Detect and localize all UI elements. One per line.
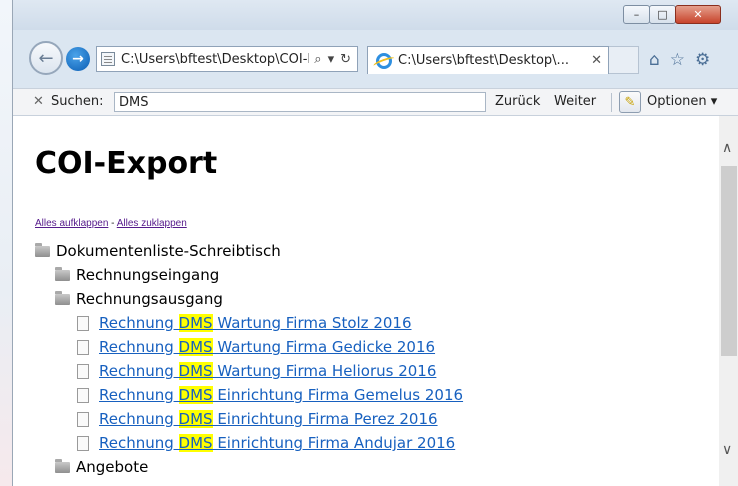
desktop-background <box>0 0 12 486</box>
document-icon <box>77 315 89 331</box>
folder-icon <box>55 458 70 473</box>
minimize-button[interactable]: – <box>623 5 650 24</box>
collapse-all-link[interactable]: Alles zuklappen <box>117 218 187 229</box>
link-text: Rechnung <box>99 386 179 404</box>
search-highlight: DMS <box>178 338 213 356</box>
link-text: Einrichtung Firma Andujar 2016 <box>212 434 456 452</box>
highlight-pencil-icon[interactable]: ✎ <box>619 91 641 113</box>
tree-folder-angebote[interactable]: Angebote <box>55 458 148 476</box>
search-highlight: DMS <box>178 362 213 380</box>
forward-button[interactable]: → <box>66 47 90 71</box>
folder-icon <box>55 290 70 305</box>
browser-toolbar-icons: ⌂ ☆ ⚙ <box>649 50 710 70</box>
link-text: Rechnung <box>99 410 179 428</box>
maximize-button[interactable]: □ <box>649 5 676 24</box>
find-label: Suchen: <box>51 94 104 109</box>
scroll-thumb[interactable] <box>721 166 737 356</box>
find-close-icon[interactable]: ✕ <box>33 94 44 109</box>
tab-active[interactable]: C:\Users\bftest\Desktop\... ✕ <box>367 46 609 74</box>
find-input[interactable] <box>114 92 486 112</box>
expand-collapse-links: Alles aufklappen - Alles zuklappen <box>35 218 187 229</box>
scroll-down-icon[interactable]: ∨ <box>722 442 732 458</box>
link-separator: - <box>108 218 117 229</box>
tree-document[interactable]: Rechnung DMS Einrichtung Firma Andujar 2… <box>77 434 455 452</box>
page-content: COI-Export Alles aufklappen - Alles zukl… <box>13 116 719 486</box>
tree-document[interactable]: Rechnung DMS Einrichtung Firma Perez 201… <box>77 410 438 428</box>
forward-arrow-icon: → <box>72 51 84 67</box>
expand-all-link[interactable]: Alles aufklappen <box>35 218 108 229</box>
settings-gear-icon[interactable]: ⚙ <box>695 50 710 70</box>
scroll-up-icon[interactable]: ∧ <box>722 140 732 156</box>
back-button[interactable]: ← <box>29 41 63 75</box>
find-next-button[interactable]: Weiter <box>554 94 596 109</box>
navigation-bar: ← → C:\Users\bftest\Desktop\COI-Export.h… <box>13 30 738 88</box>
tree-document[interactable]: Rechnung DMS Wartung Firma Heliorus 2016 <box>77 362 436 380</box>
close-button[interactable]: ✕ <box>675 5 721 24</box>
document-icon <box>77 339 89 355</box>
folder-icon <box>35 242 50 257</box>
find-divider <box>611 93 612 112</box>
back-arrow-icon: ← <box>38 47 54 69</box>
document-icon <box>77 363 89 379</box>
link-text: Rechnung <box>99 434 179 452</box>
tree-folder-rechnungsausgang[interactable]: Rechnungsausgang <box>55 290 223 308</box>
document-icon <box>77 387 89 403</box>
tree-root[interactable]: Dokumentenliste-Schreibtisch <box>35 242 281 260</box>
address-tools: ⌕ ▾ ↻ <box>314 52 357 67</box>
folder-label: Angebote <box>76 458 149 476</box>
vertical-scrollbar[interactable]: ∧ ∨ <box>719 116 738 486</box>
document-link[interactable]: Rechnung DMS Wartung Firma Heliorus 2016 <box>99 362 436 380</box>
find-bar: ✕ Suchen: Zurück Weiter ✎ Optionen ▾ <box>13 88 738 116</box>
address-text[interactable]: C:\Users\bftest\Desktop\COI-Export.html <box>121 52 309 67</box>
new-tab-button[interactable] <box>609 46 639 74</box>
search-highlight: DMS <box>178 434 213 452</box>
folder-icon <box>55 266 70 281</box>
home-icon[interactable]: ⌂ <box>649 50 660 70</box>
document-link[interactable]: Rechnung DMS Einrichtung Firma Perez 201… <box>99 410 438 428</box>
folder-label: Rechnungseingang <box>76 266 220 284</box>
tab-title[interactable]: C:\Users\bftest\Desktop\... <box>398 53 591 68</box>
refresh-icon[interactable]: ↻ <box>340 52 351 67</box>
tree-folder-rechnungseingang[interactable]: Rechnungseingang <box>55 266 219 284</box>
address-bar[interactable]: C:\Users\bftest\Desktop\COI-Export.html … <box>96 46 358 72</box>
link-text: Wartung Firma Gedicke 2016 <box>212 338 436 356</box>
link-text: Einrichtung Firma Perez 2016 <box>212 410 438 428</box>
link-text: Wartung Firma Stolz 2016 <box>212 314 412 332</box>
tree-document[interactable]: Rechnung DMS Einrichtung Firma Gemelus 2… <box>77 386 463 404</box>
tree-root-label: Dokumentenliste-Schreibtisch <box>56 242 281 260</box>
find-options-button[interactable]: Optionen ▾ <box>647 94 717 109</box>
dropdown-icon[interactable]: ▾ <box>328 52 335 67</box>
page-title: COI-Export <box>35 146 218 181</box>
search-icon[interactable]: ⌕ <box>314 52 321 67</box>
favorites-star-icon[interactable]: ☆ <box>670 50 685 70</box>
document-icon <box>77 411 89 427</box>
ie-logo-icon <box>376 52 392 69</box>
link-text: Rechnung <box>99 338 179 356</box>
tree-document[interactable]: Rechnung DMS Wartung Firma Stolz 2016 <box>77 314 412 332</box>
find-previous-button[interactable]: Zurück <box>495 94 540 109</box>
link-text: Rechnung <box>99 314 179 332</box>
search-highlight: DMS <box>178 314 213 332</box>
document-link[interactable]: Rechnung DMS Einrichtung Firma Andujar 2… <box>99 434 455 452</box>
link-text: Einrichtung Firma Gemelus 2016 <box>212 386 464 404</box>
document-link[interactable]: Rechnung DMS Einrichtung Firma Gemelus 2… <box>99 386 463 404</box>
title-bar: – □ ✕ <box>13 0 738 30</box>
tab-close-icon[interactable]: ✕ <box>591 53 602 68</box>
page-icon <box>101 52 115 66</box>
tree-document[interactable]: Rechnung DMS Wartung Firma Gedicke 2016 <box>77 338 435 356</box>
document-link[interactable]: Rechnung DMS Wartung Firma Stolz 2016 <box>99 314 412 332</box>
search-highlight: DMS <box>178 386 213 404</box>
folder-label: Rechnungsausgang <box>76 290 223 308</box>
search-highlight: DMS <box>178 410 213 428</box>
link-text: Rechnung <box>99 362 179 380</box>
browser-window: – □ ✕ ← → C:\Users\bftest\Desktop\COI-Ex… <box>12 0 738 486</box>
document-icon <box>77 435 89 451</box>
document-link[interactable]: Rechnung DMS Wartung Firma Gedicke 2016 <box>99 338 435 356</box>
link-text: Wartung Firma Heliorus 2016 <box>212 362 437 380</box>
